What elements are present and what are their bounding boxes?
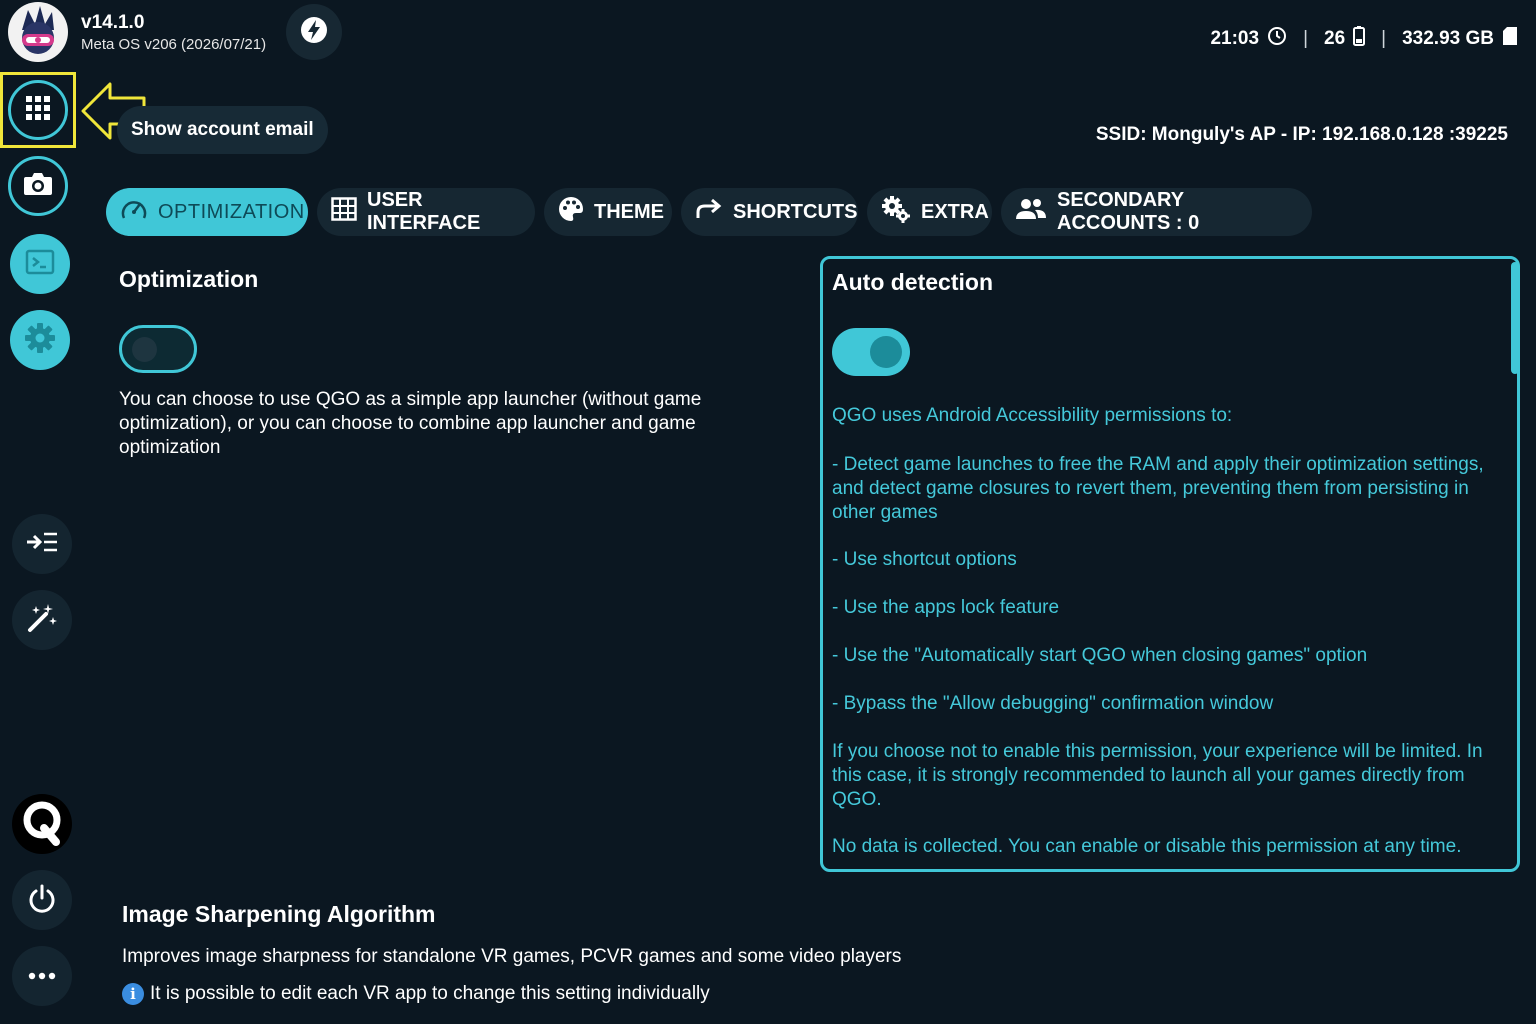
more-icon (28, 967, 56, 985)
auto-detection-title: Auto detection (832, 269, 993, 295)
power-icon (27, 883, 57, 918)
sidebar-indent-button[interactable] (12, 514, 72, 574)
terminal-icon (25, 249, 55, 280)
toggle-knob (132, 337, 157, 362)
lightning-icon (299, 15, 329, 50)
sidebar-power-button[interactable] (12, 870, 72, 930)
sidebar-qgo-button[interactable] (12, 794, 72, 854)
image-sharpening-note-text: It is possible to edit each VR app to ch… (150, 983, 710, 1004)
tab-label: USER INTERFACE (367, 189, 481, 234)
gears-icon (881, 195, 911, 229)
palette-icon (558, 196, 584, 228)
boost-button[interactable] (286, 4, 342, 60)
image-sharpening-note: i It is possible to edit each VR app to … (122, 983, 710, 1005)
separator: | (1303, 28, 1309, 49)
os-version: Meta OS v206 (2026/07/21) (81, 36, 267, 53)
auto-detection-item: - Use the apps lock feature (832, 597, 1060, 618)
tab-label: THEME (594, 200, 664, 223)
tab-extra[interactable]: EXTRA (867, 188, 992, 236)
battery-level: 26 (1324, 28, 1346, 49)
tab-optimization[interactable]: OPTIMIZATION (106, 188, 308, 236)
tab-theme[interactable]: THEME (544, 188, 672, 236)
auto-detection-toggle[interactable] (832, 328, 910, 376)
optimization-toggle[interactable] (119, 325, 197, 373)
share-arrow-icon (695, 198, 723, 226)
network-info: SSID: Monguly's AP - IP: 192.168.0.128 :… (1095, 124, 1508, 145)
tab-label: SECONDARY ACCOUNTS : 0 (1057, 189, 1200, 234)
optimization-description: You can choose to use QGO as a simple ap… (119, 389, 702, 458)
auto-detection-item: - Use shortcut options (832, 549, 1017, 570)
image-sharpening-title: Image Sharpening Algorithm (122, 901, 436, 927)
auto-detection-intro: QGO uses Android Accessibility permissio… (832, 405, 1233, 426)
sidebar-settings-button[interactable] (10, 310, 70, 370)
separator: | (1381, 28, 1387, 49)
tab-secondary-accounts[interactable]: SECONDARY ACCOUNTS : 0 (1001, 188, 1312, 236)
auto-detection-warning: If you choose not to enable this permiss… (832, 741, 1483, 810)
auto-detection-item: - Use the "Automatically start QGO when … (832, 645, 1368, 666)
settings-gear-icon (24, 322, 56, 359)
image-sharpening-description: Improves image sharpness for standalone … (122, 946, 902, 967)
tab-label: EXTRA (921, 200, 989, 223)
status-bar: 21:03 | 26 | 332.93 GB (1210, 26, 1518, 52)
camera-icon (23, 171, 53, 202)
sidebar-terminal-button[interactable] (10, 234, 70, 294)
auto-detection-item: - Bypass the "Allow debugging" confirmat… (832, 693, 1274, 714)
sidebar-camera-button[interactable] (8, 156, 68, 216)
q-logo-icon (20, 798, 64, 851)
grid-icon (331, 197, 357, 227)
battery-icon (1353, 26, 1366, 52)
clock-icon (1267, 26, 1287, 52)
gauge-icon (120, 196, 148, 228)
auto-detection-item: - Detect game launches to free the RAM a… (832, 454, 1484, 523)
show-account-email-button[interactable]: Show account email (117, 106, 328, 154)
app-version: v14.1.0 (81, 12, 145, 33)
sidebar-apps-button[interactable] (8, 80, 68, 140)
info-icon: i (122, 983, 144, 1005)
toggle-knob (870, 336, 902, 368)
tab-label: OPTIMIZATION (158, 200, 305, 223)
tab-label: SHORTCUTS (733, 200, 858, 223)
sidebar-magic-button[interactable] (12, 590, 72, 650)
sd-card-icon (1502, 26, 1518, 52)
users-icon (1015, 198, 1047, 226)
clock-time: 21:03 (1210, 28, 1260, 49)
auto-detection-privacy: No data is collected. You can enable or … (832, 836, 1462, 857)
tab-shortcuts[interactable]: SHORTCUTS (681, 188, 858, 236)
optimization-title: Optimization (119, 266, 259, 292)
storage-free: 332.93 GB (1402, 28, 1494, 49)
app-logo (8, 2, 68, 62)
indent-icon (26, 531, 58, 558)
sidebar-more-button[interactable] (12, 946, 72, 1006)
apps-grid-icon (25, 95, 51, 126)
magic-wand-icon (26, 602, 58, 639)
tab-user-interface[interactable]: USER INTERFACE (317, 188, 535, 236)
panel-scrollbar[interactable] (1511, 262, 1519, 374)
